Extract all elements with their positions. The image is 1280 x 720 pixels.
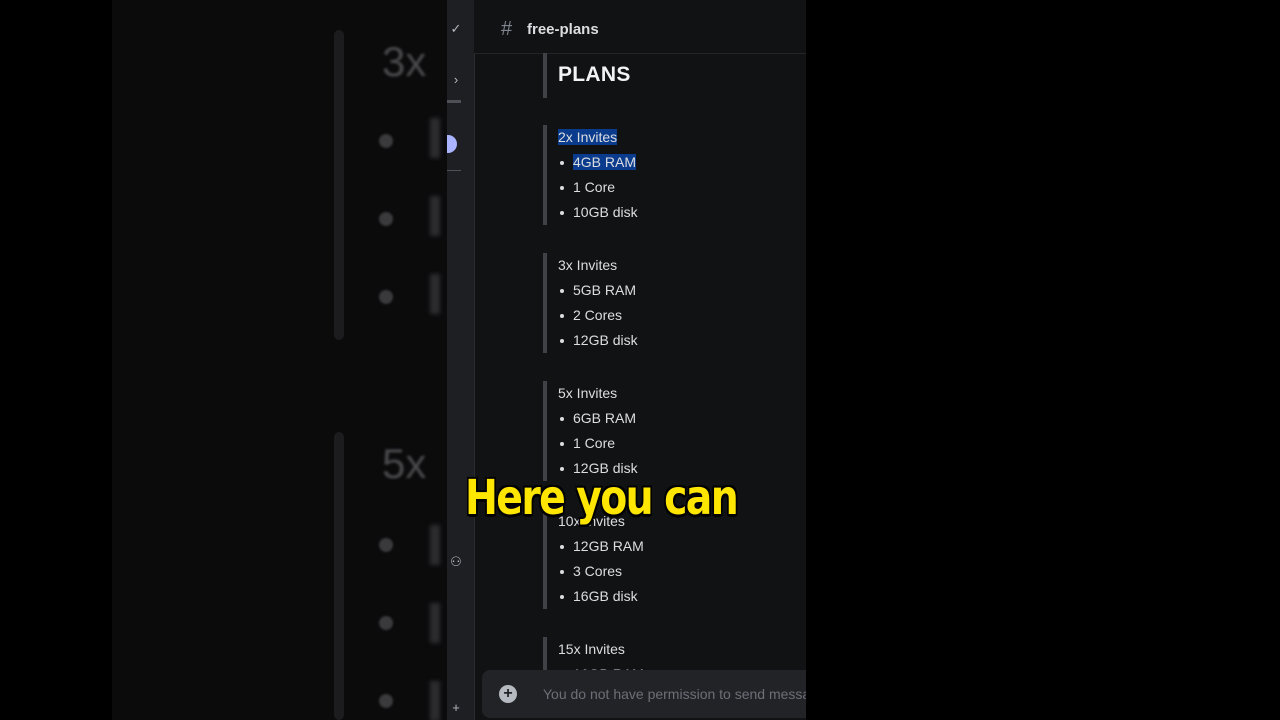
- list-item: 10GB disk: [558, 200, 806, 225]
- sidebar-divider: [447, 100, 461, 103]
- page-title: PLANS: [558, 63, 631, 86]
- channel-name: free-plans: [527, 21, 599, 38]
- bg-fragment: [430, 118, 440, 158]
- message-list: PLANS 2x Invites 4GB RAM 1 Core 10GB dis…: [474, 53, 806, 720]
- message-composer[interactable]: + You do not have permission to send mes…: [482, 670, 806, 718]
- bg-bullet: [379, 134, 393, 148]
- list-item: 2 Cores: [558, 303, 806, 328]
- bg-fragment: [430, 681, 440, 720]
- bg-bullet: [379, 616, 393, 630]
- list-item: 3 Cores: [558, 559, 806, 584]
- bg-quote-bar: [334, 432, 344, 720]
- bg-fragment: [430, 525, 440, 565]
- sidebar-divider: [447, 170, 461, 171]
- server-indicator[interactable]: [447, 135, 457, 153]
- plan-title: 15x Invites: [558, 641, 625, 657]
- discord-window: ✓ › ⚇ + # free-plans PLANS 2x Invites 4G…: [447, 0, 806, 720]
- channel-header: # free-plans: [474, 0, 806, 54]
- bg-text-bottom: 5x: [382, 440, 427, 487]
- add-icon[interactable]: +: [447, 700, 465, 715]
- bg-bullet: [379, 212, 393, 226]
- list-item: 1 Core: [558, 431, 806, 456]
- chevron-right-icon[interactable]: ›: [447, 72, 465, 87]
- plans-heading-block: PLANS: [543, 53, 806, 98]
- list-item: 12GB disk: [558, 328, 806, 353]
- plan-block: 3x Invites 5GB RAM 2 Cores 12GB disk: [543, 253, 806, 353]
- bg-fragment: [430, 196, 440, 236]
- plan-title: 2x Invites: [558, 129, 618, 145]
- blurred-background: 3x 5x: [112, 0, 447, 720]
- video-caption: Here you can: [465, 470, 739, 526]
- list-item: 16GB disk: [558, 584, 806, 609]
- members-icon[interactable]: ⚇: [447, 554, 465, 570]
- bg-bullet: [379, 538, 393, 552]
- plan-title: 3x Invites: [558, 257, 618, 273]
- plus-circle-icon[interactable]: +: [499, 685, 517, 703]
- list-item: 1 Core: [558, 175, 806, 200]
- bg-fragment: [430, 274, 440, 314]
- plan-block: 2x Invites 4GB RAM 1 Core 10GB disk: [543, 125, 806, 225]
- plan-block: 5x Invites 6GB RAM 1 Core 12GB disk: [543, 381, 806, 481]
- list-item: 4GB RAM: [558, 150, 806, 175]
- channel-sidebar: ✓ › ⚇ +: [447, 0, 475, 720]
- chevron-down-icon[interactable]: ✓: [447, 21, 465, 37]
- bg-bullet: [379, 694, 393, 708]
- bg-text-top: 3x: [382, 38, 427, 85]
- list-item: 6GB RAM: [558, 406, 806, 431]
- list-item: 5GB RAM: [558, 278, 806, 303]
- bg-quote-bar: [334, 30, 344, 340]
- plan-title: 5x Invites: [558, 385, 618, 401]
- bg-bullet: [379, 290, 393, 304]
- list-item: 12GB RAM: [558, 534, 806, 559]
- hashtag-icon: #: [501, 18, 513, 40]
- composer-placeholder: You do not have permission to send messa…: [543, 686, 806, 702]
- bg-fragment: [430, 603, 440, 643]
